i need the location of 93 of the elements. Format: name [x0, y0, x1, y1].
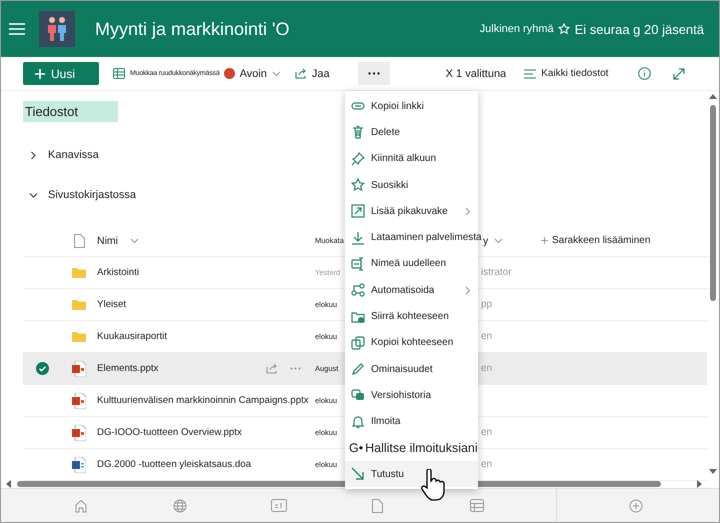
folder-icon [72, 299, 86, 310]
section-header[interactable]: Sivustokirjastossa [29, 189, 136, 201]
menu-item[interactable]: Ilmoita [345, 408, 478, 435]
more-icon[interactable] [290, 367, 301, 370]
table-cell-text: istrator [481, 267, 513, 278]
open-button[interactable]: Avoin [224, 68, 281, 80]
file-name[interactable]: DG-IOOO-tuotteen Overview.pptx [97, 427, 242, 438]
table-cell-text: en [481, 363, 494, 374]
file-name[interactable]: Arkistointi [97, 267, 139, 278]
chevron-right-icon [29, 150, 38, 160]
expand-icon[interactable] [673, 68, 686, 80]
star-icon[interactable] [558, 23, 570, 35]
trash-icon [351, 125, 365, 140]
group-type: Julkinen ryhmä [480, 23, 554, 35]
rename-icon [351, 256, 365, 271]
folder-icon [351, 310, 365, 324]
chevron-down-icon [130, 238, 139, 244]
lines-icon [524, 68, 536, 78]
home-icon[interactable] [74, 498, 88, 512]
column-header[interactable]: y [483, 234, 488, 246]
column-header[interactable]: Nimi [97, 234, 118, 246]
menu-item[interactable]: Tutustu [345, 461, 478, 488]
follow-status[interactable]: Ei seuraa g 20 jäsentä [574, 22, 704, 36]
pin-icon [351, 152, 365, 166]
section-header[interactable]: Kanavissa [29, 149, 99, 161]
file-type-icon [74, 234, 84, 248]
menu-item[interactable]: Kiinnitä alkuun [345, 146, 478, 172]
file-name[interactable]: DG.2000 -tuotteen yleiskatsaus.doa [97, 459, 252, 470]
chevron-right-icon [465, 207, 471, 216]
page-title: Tiedostot [23, 101, 118, 122]
star-icon [351, 178, 365, 192]
info-icon[interactable] [638, 67, 652, 80]
share-icon[interactable] [266, 363, 278, 374]
file-name[interactable]: Elements.pptx [97, 363, 158, 374]
file-name[interactable]: Yleiset [97, 299, 126, 310]
file-name[interactable]: Kuukausiraportit [97, 331, 168, 342]
menu-item[interactable]: Siirrä kohteeseen [345, 303, 478, 330]
menu-item[interactable]: Ominaisuudet [345, 356, 478, 382]
file-icon[interactable] [372, 498, 383, 512]
list-icon[interactable] [470, 499, 484, 512]
document-file-icon [72, 456, 86, 472]
menu-icon[interactable] [9, 23, 25, 35]
table-cell-text: en [481, 427, 494, 438]
folder-icon [72, 331, 86, 342]
chevron-down-icon [494, 238, 504, 244]
view-selector[interactable]: Kaikki tiedostot [524, 68, 608, 79]
add-column-button[interactable]: Sarakkeen lisääminen [541, 235, 707, 246]
people-icon [45, 15, 69, 43]
versions-icon [351, 388, 365, 402]
shortcut-icon [351, 204, 365, 218]
menu-item[interactable]: Versiohistoria [345, 382, 478, 409]
menu-item[interactable]: Delete [345, 119, 478, 146]
menu-item[interactable]: Automatisoida [345, 277, 478, 304]
plus-icon [541, 237, 548, 244]
menu-item[interactable]: Kopioi kohteeseen [345, 330, 478, 356]
menu-item[interactable]: Kopioi linkki [345, 93, 478, 120]
grid-icon [113, 68, 125, 79]
table-cell-text: en [481, 331, 494, 342]
copy-icon [351, 336, 365, 350]
vertical-scrollbar[interactable] [710, 105, 716, 301]
share-icon [294, 68, 307, 79]
flow-icon [351, 283, 365, 298]
arrow-icon [351, 467, 365, 482]
more-icon [368, 72, 380, 75]
check-circle-icon [36, 362, 48, 375]
chevron-down-icon [29, 190, 38, 200]
download-icon [351, 230, 365, 245]
table-cell-text: en [481, 459, 494, 470]
chevron-right-icon [465, 286, 471, 296]
pencil-icon [351, 362, 365, 376]
file-name[interactable]: Kulttuurienvälisen markkinoinnin Campaigns.pptx [97, 395, 309, 406]
bell-icon [351, 414, 365, 429]
more-button[interactable] [358, 62, 390, 85]
selection-count[interactable]: X 1 valittuna [446, 68, 506, 80]
presentation-file-icon [72, 392, 86, 408]
folder-icon [72, 267, 86, 278]
new-button[interactable]: Uusi [23, 62, 99, 85]
add-icon[interactable] [629, 498, 643, 512]
menu-item[interactable]: G• Hallitse ilmoituksiani [345, 434, 478, 462]
menu-glyph: G• [349, 441, 364, 455]
menu-item[interactable]: Suosikki [345, 172, 478, 198]
circle-icon [224, 68, 235, 79]
plus-icon [35, 68, 45, 78]
chevron-down-icon [272, 70, 281, 76]
share-button[interactable]: Jaa [294, 68, 330, 80]
menu-item[interactable]: Nimeä uudelleen [345, 250, 478, 278]
presentation-file-icon [72, 424, 86, 440]
table-cell-text: pp [481, 299, 494, 310]
site-title: Myynti ja markkinointi 'O [95, 18, 290, 40]
chat-icon[interactable] [270, 499, 286, 512]
menu-item[interactable]: Lisää pikakuvake [345, 198, 478, 224]
globe-icon[interactable] [172, 498, 186, 512]
presentation-file-icon [72, 360, 86, 376]
